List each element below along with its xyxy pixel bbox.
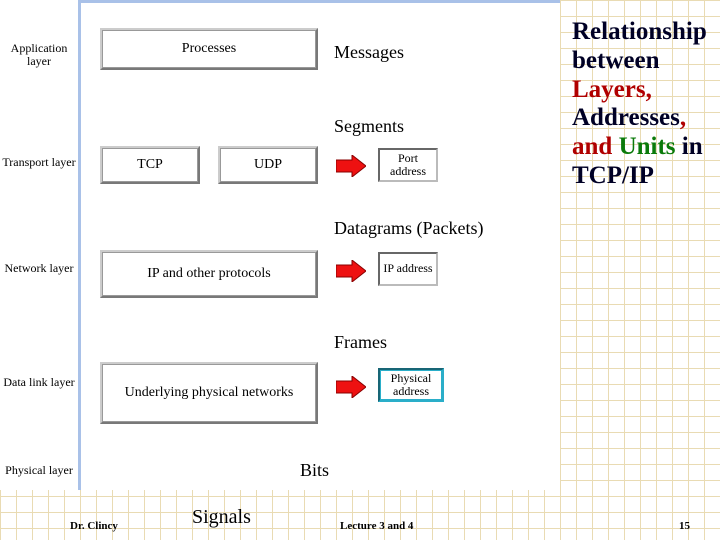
title-units: Units [619,133,676,160]
footer-author: Dr. Clincy [70,520,118,532]
arrow-icon [336,376,366,398]
slide-title: Relationship between Layers, Addresses, … [572,18,720,191]
arrow-icon [336,260,366,282]
unit-signals: Signals [192,506,251,529]
box-ip: IP and other protocols [100,250,318,298]
title-comma: , [646,76,652,103]
unit-frames: Frames [332,332,389,353]
box-physnet-label: Underlying physical networks [125,385,294,401]
layer-label-transport: Transport layer [2,156,76,169]
footer-center: Lecture 3 and 4 [340,520,413,532]
layers-diagram: Application layer Transport layer Networ… [0,0,560,490]
footer-page: 15 [679,520,690,532]
addr-physical: Physical address [378,368,444,402]
layer-label-datalink: Data link layer [2,376,76,389]
box-ip-label: IP and other protocols [147,266,271,282]
unit-bits: Bits [298,460,331,481]
box-udp: UDP [218,146,318,184]
unit-datagrams: Datagrams (Packets) [332,218,485,239]
box-physnet: Underlying physical networks [100,362,318,424]
row-divider [78,0,560,3]
title-word: Relationship between [572,18,707,74]
layer-column: Application layer Transport layer Networ… [0,0,78,490]
layer-label-physical: Physical layer [2,464,76,477]
addr-port: Port address [378,148,438,182]
unit-messages: Messages [332,42,406,63]
title-layers: Layers [572,76,646,103]
unit-segments: Segments [332,116,406,137]
layer-label-network: Network layer [2,262,76,275]
layer-label-application: Application layer [2,42,76,68]
addr-ip: IP address [378,252,438,286]
box-tcp: TCP [100,146,200,184]
arrow-icon [336,155,366,177]
vertical-divider [78,0,81,490]
box-processes: Processes [100,28,318,70]
title-addresses: Addresses [572,104,680,131]
